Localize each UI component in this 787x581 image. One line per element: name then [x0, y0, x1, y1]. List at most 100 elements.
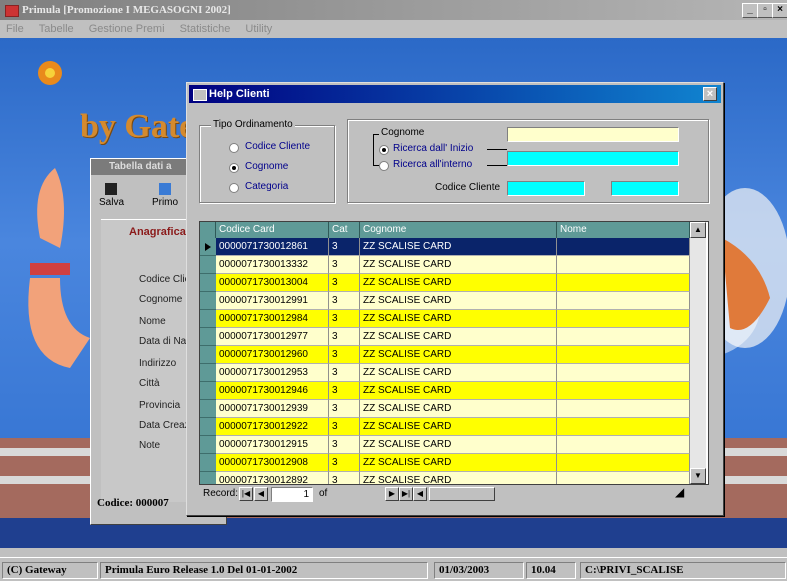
cell-nome[interactable]	[557, 346, 690, 364]
row-selector[interactable]	[200, 238, 216, 256]
row-selector[interactable]	[200, 274, 216, 292]
cell-nome[interactable]	[557, 418, 690, 436]
cell-codice-card[interactable]: 0000071730012908	[216, 454, 329, 472]
table-row[interactable]: 0000071730012861 3 ZZ SCALISE CARD	[200, 238, 690, 256]
row-selector[interactable]	[200, 346, 216, 364]
cell-codice-card[interactable]: 0000071730012939	[216, 400, 329, 418]
cell-cognome[interactable]: ZZ SCALISE CARD	[360, 238, 557, 256]
cell-cat[interactable]: 3	[329, 400, 360, 418]
row-selector[interactable]	[200, 472, 216, 484]
radio-ricerca-inizio-label[interactable]: Ricerca dall' Inizio	[393, 143, 473, 154]
radio-codice-cliente-label[interactable]: Codice Cliente	[245, 141, 310, 152]
new-record-nav-icon[interactable]: ◀	[413, 487, 427, 501]
cell-cognome[interactable]: ZZ SCALISE CARD	[360, 472, 557, 484]
codice-cliente-input-2[interactable]	[611, 181, 679, 196]
table-row[interactable]: 0000071730012915 3 ZZ SCALISE CARD	[200, 436, 690, 454]
cell-nome[interactable]	[557, 292, 690, 310]
row-selector[interactable]	[200, 436, 216, 454]
cell-nome[interactable]	[557, 274, 690, 292]
cell-cognome[interactable]: ZZ SCALISE CARD	[360, 310, 557, 328]
cell-cognome[interactable]: ZZ SCALISE CARD	[360, 346, 557, 364]
prev-record-nav-icon[interactable]: ◀	[254, 487, 268, 501]
cell-cognome[interactable]: ZZ SCALISE CARD	[360, 418, 557, 436]
scroll-up-arrow-icon[interactable]: ▲	[690, 222, 706, 238]
radio-categoria-label[interactable]: Categoria	[245, 181, 288, 192]
cell-nome[interactable]	[557, 382, 690, 400]
radio-codice-cliente[interactable]	[229, 143, 239, 153]
cell-cat[interactable]: 3	[329, 454, 360, 472]
menu-tabelle[interactable]: Tabelle	[39, 23, 74, 35]
grid-vertical-scrollbar[interactable]: ▲ ▼	[690, 222, 706, 484]
dialog-close-button[interactable]: ×	[703, 87, 717, 101]
table-row[interactable]: 0000071730012953 3 ZZ SCALISE CARD	[200, 364, 690, 382]
cell-nome[interactable]	[557, 328, 690, 346]
column-header-codice-card[interactable]: Codice Card	[216, 222, 329, 238]
cell-nome[interactable]	[557, 400, 690, 418]
row-selector[interactable]	[200, 400, 216, 418]
cell-nome[interactable]	[557, 256, 690, 274]
row-selector[interactable]	[200, 292, 216, 310]
cell-cognome[interactable]: ZZ SCALISE CARD	[360, 400, 557, 418]
radio-categoria[interactable]	[229, 183, 239, 193]
cell-cat[interactable]: 3	[329, 238, 360, 256]
cell-cognome[interactable]: ZZ SCALISE CARD	[360, 454, 557, 472]
cell-codice-card[interactable]: 0000071730013004	[216, 274, 329, 292]
cell-codice-card[interactable]: 0000071730012915	[216, 436, 329, 454]
cell-cat[interactable]: 3	[329, 472, 360, 484]
table-row[interactable]: 0000071730012908 3 ZZ SCALISE CARD	[200, 454, 690, 472]
cell-cat[interactable]: 3	[329, 292, 360, 310]
row-selector[interactable]	[200, 328, 216, 346]
menu-file[interactable]: File	[6, 23, 24, 35]
horizontal-scroll-thumb[interactable]	[429, 487, 495, 501]
cell-cat[interactable]: 3	[329, 418, 360, 436]
clienti-grid[interactable]: Codice Card Cat Cognome Nome 00000717300…	[199, 221, 709, 485]
first-record-button[interactable]: Primo	[151, 181, 179, 213]
cell-cognome[interactable]: ZZ SCALISE CARD	[360, 292, 557, 310]
cell-cognome[interactable]: ZZ SCALISE CARD	[360, 256, 557, 274]
table-row[interactable]: 0000071730012960 3 ZZ SCALISE CARD	[200, 346, 690, 364]
table-row[interactable]: 0000071730012922 3 ZZ SCALISE CARD	[200, 418, 690, 436]
cell-nome[interactable]	[557, 310, 690, 328]
table-row[interactable]: 0000071730012991 3 ZZ SCALISE CARD	[200, 292, 690, 310]
cell-cat[interactable]: 3	[329, 310, 360, 328]
column-header-cat[interactable]: Cat	[329, 222, 360, 238]
record-number-input[interactable]: 1	[271, 487, 313, 502]
cognome-input[interactable]	[507, 127, 679, 142]
cell-cat[interactable]: 3	[329, 364, 360, 382]
cell-nome[interactable]	[557, 436, 690, 454]
radio-cognome-label[interactable]: Cognome	[245, 161, 288, 172]
cell-cat[interactable]: 3	[329, 436, 360, 454]
table-row[interactable]: 0000071730012946 3 ZZ SCALISE CARD	[200, 382, 690, 400]
cell-cat[interactable]: 3	[329, 328, 360, 346]
radio-cognome[interactable]	[229, 163, 239, 173]
cell-nome[interactable]	[557, 364, 690, 382]
row-selector[interactable]	[200, 382, 216, 400]
table-row[interactable]: 0000071730012977 3 ZZ SCALISE CARD	[200, 328, 690, 346]
menu-gestione-premi[interactable]: Gestione Premi	[89, 23, 165, 35]
cell-cognome[interactable]: ZZ SCALISE CARD	[360, 364, 557, 382]
table-row[interactable]: 0000071730012984 3 ZZ SCALISE CARD	[200, 310, 690, 328]
cell-codice-card[interactable]: 0000071730012922	[216, 418, 329, 436]
radio-ricerca-interno[interactable]	[379, 161, 389, 171]
save-button[interactable]: Salva	[99, 181, 124, 213]
cell-codice-card[interactable]: 0000071730012984	[216, 310, 329, 328]
row-selector[interactable]	[200, 364, 216, 382]
first-record-nav-icon[interactable]: |◀	[239, 487, 253, 501]
codice-cliente-input[interactable]	[507, 181, 585, 196]
cell-cognome[interactable]: ZZ SCALISE CARD	[360, 274, 557, 292]
table-row[interactable]: 0000071730012939 3 ZZ SCALISE CARD	[200, 400, 690, 418]
row-selector[interactable]	[200, 310, 216, 328]
cell-nome[interactable]	[557, 454, 690, 472]
cell-codice-card[interactable]: 0000071730012977	[216, 328, 329, 346]
cell-codice-card[interactable]: 0000071730013332	[216, 256, 329, 274]
resize-grip-icon[interactable]: ◢	[675, 485, 693, 503]
cell-cognome[interactable]: ZZ SCALISE CARD	[360, 382, 557, 400]
menu-statistiche[interactable]: Statistiche	[180, 23, 231, 35]
cell-nome[interactable]	[557, 238, 690, 256]
last-record-nav-icon[interactable]: ▶|	[399, 487, 413, 501]
cell-codice-card[interactable]: 0000071730012946	[216, 382, 329, 400]
cell-nome[interactable]	[557, 472, 690, 484]
next-record-nav-icon[interactable]: ▶	[385, 487, 399, 501]
cell-codice-card[interactable]: 0000071730012960	[216, 346, 329, 364]
table-row[interactable]: 0000071730013332 3 ZZ SCALISE CARD	[200, 256, 690, 274]
